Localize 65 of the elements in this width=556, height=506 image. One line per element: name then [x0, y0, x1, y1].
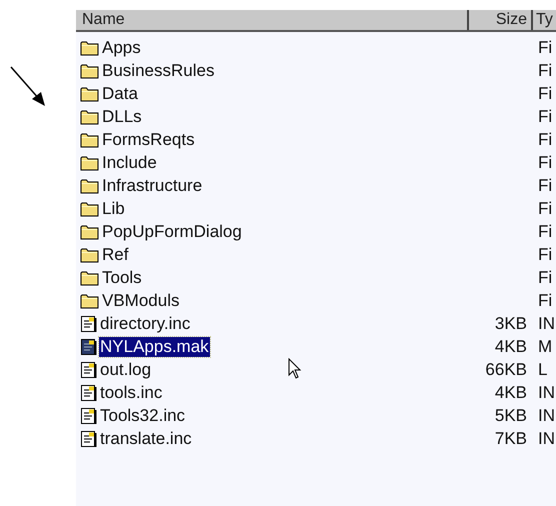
file-size: 5KB [494, 406, 527, 425]
cursor-icon [288, 358, 302, 380]
file-name[interactable]: DLLs [101, 106, 143, 126]
file-type: Fi [538, 106, 552, 126]
file-name[interactable]: Ref [101, 244, 130, 264]
file-type: IN [538, 382, 555, 402]
document-icon [80, 384, 97, 402]
document-icon [80, 360, 97, 378]
document-icon [80, 430, 97, 448]
file-type: Fi [538, 176, 552, 195]
file-type: Fi [538, 60, 552, 80]
file-type: Fi [538, 198, 552, 218]
file-name[interactable]: Data [101, 84, 139, 104]
file-type: Fi [538, 152, 552, 172]
column-header[interactable]: Ty [533, 10, 556, 30]
file-name[interactable]: translate.inc [99, 428, 193, 448]
file-name[interactable]: NYLApps.mak [99, 336, 210, 356]
file-type: IN [538, 406, 555, 425]
file-size: 4KB [494, 382, 527, 402]
folder-icon [80, 178, 99, 194]
file-name[interactable]: out.log [99, 360, 152, 380]
file-name[interactable]: Lib [101, 198, 126, 218]
arrow [10, 66, 46, 106]
file-name[interactable]: FormsReqts [101, 130, 196, 150]
file-type: Fi [538, 222, 552, 241]
file-type: Fi [538, 84, 552, 103]
file-name[interactable]: Tools32.inc [99, 406, 186, 426]
folder-icon [80, 86, 99, 102]
file-name[interactable]: Infrastructure [101, 176, 204, 196]
column-header[interactable]: Name [76, 10, 469, 30]
folder-icon [80, 108, 99, 124]
file-name[interactable]: tools.inc [99, 382, 164, 402]
folder-icon [80, 292, 99, 308]
file-name[interactable]: Include [101, 152, 158, 172]
file-size: 7KB [494, 428, 527, 448]
file-type: IN [538, 428, 555, 448]
folder-icon [80, 132, 99, 148]
file-type: IN [538, 314, 555, 333]
document-icon [80, 406, 97, 424]
file-name[interactable]: directory.inc [99, 314, 192, 334]
folder-icon [80, 62, 99, 78]
folder-icon [80, 224, 99, 240]
folder-icon [80, 246, 99, 262]
folder-icon [80, 200, 99, 216]
file-type: L [538, 360, 548, 379]
file-name[interactable]: Apps [101, 38, 142, 58]
document-icon [80, 338, 97, 356]
document-icon [80, 314, 97, 332]
file-type: M [538, 336, 552, 356]
file-name[interactable]: BusinessRules [101, 60, 216, 80]
file-type: Fi [538, 290, 552, 310]
file-size: 3KB [494, 314, 527, 333]
folder-icon [80, 154, 99, 170]
file-type: Fi [538, 244, 552, 264]
file-type: Fi [538, 38, 552, 57]
column-header[interactable]: Size [469, 10, 533, 30]
folder-icon [80, 270, 99, 286]
file-size: 4KB [494, 336, 527, 356]
file-size: 66KB [485, 360, 527, 379]
file-name[interactable]: PopUpFormDialog [101, 222, 243, 242]
file-type: Fi [538, 268, 552, 287]
folder-icon [80, 40, 99, 56]
file-type: Fi [538, 130, 552, 149]
file-name[interactable]: VBModuls [101, 290, 180, 310]
file-name[interactable]: Tools [101, 268, 143, 288]
